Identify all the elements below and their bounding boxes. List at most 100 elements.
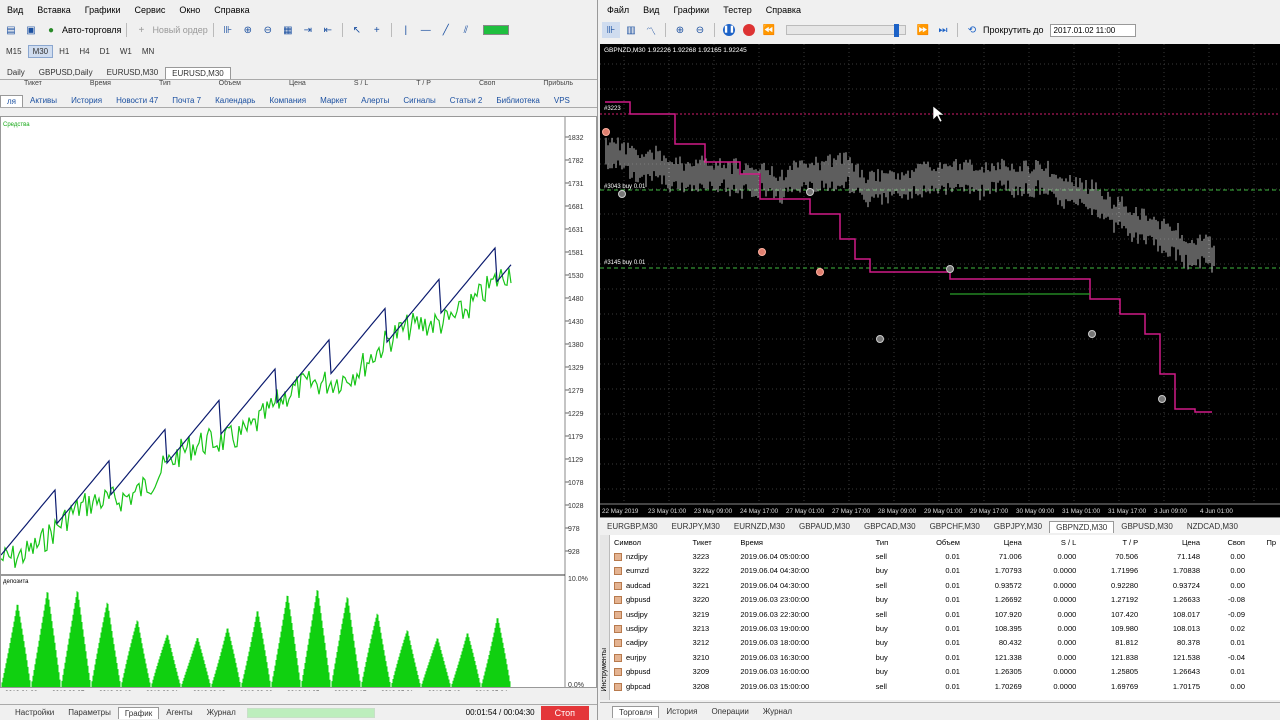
chart-tab-daily[interactable]: Daily — [0, 66, 32, 79]
terminal-tab[interactable]: Статьи 2 — [443, 94, 490, 107]
tester-tab-params[interactable]: Параметры — [61, 706, 118, 719]
column-header[interactable]: Тип — [872, 535, 908, 549]
pause-icon[interactable]: ❚❚ — [720, 22, 738, 38]
toolbox-tab-journal[interactable]: Журнал — [756, 705, 799, 718]
menu-charts[interactable]: Графики — [78, 5, 128, 15]
column-header[interactable]: Своп — [1204, 535, 1249, 549]
shift-icon[interactable]: ⇤ — [319, 22, 337, 38]
autotrade-icon[interactable]: ● — [42, 22, 60, 38]
table-row[interactable]: cadjpy 3212 2019.06.03 18:00:00 buy 0.01 80.4… — [610, 636, 1280, 650]
column-header[interactable]: Объем — [908, 535, 964, 549]
symbol-tab[interactable]: GBPNZD,M30 — [1049, 521, 1115, 533]
column-header[interactable]: Время — [736, 535, 871, 549]
autoscroll-icon[interactable]: ⇥ — [299, 22, 317, 38]
terminal-tab[interactable]: Календарь — [208, 94, 262, 107]
terminal-tab[interactable]: Алерты — [354, 94, 396, 107]
zoom-in-icon[interactable]: ⊕ — [239, 22, 257, 38]
timeframe-d1[interactable]: D1 — [96, 46, 114, 57]
menu-help[interactable]: Справка — [207, 5, 256, 15]
terminal-tab[interactable]: Маркет — [313, 94, 354, 107]
line-chart-icon[interactable]: 〽 — [642, 22, 660, 38]
symbol-tab[interactable]: EURGBP,M30 — [600, 520, 665, 533]
new-order-button[interactable]: Новый ордер — [152, 25, 207, 35]
rewind-icon[interactable]: ⏪ — [760, 22, 778, 38]
cursor-icon[interactable]: ↖ — [348, 22, 366, 38]
table-row[interactable]: usdjpy 3219 2019.06.03 22:30:00 sell 0.01 107… — [610, 607, 1280, 621]
terminal-tab[interactable]: Сигналы — [396, 94, 442, 107]
toolbox-tab-operations[interactable]: Операции — [704, 705, 755, 718]
timeframe-h1[interactable]: H1 — [55, 46, 73, 57]
scroll-to-date-input[interactable]: 2017.01.02 11:00 — [1049, 23, 1136, 37]
tester-tab-chart[interactable]: График — [117, 706, 160, 719]
terminal-tab[interactable]: История — [64, 94, 109, 107]
table-row[interactable]: gbpcad 3208 2019.06.03 15:00:00 sell 0.01 1.7… — [610, 679, 1280, 693]
chart-tab-eurusd-m30-active[interactable]: EURUSD,M30 — [165, 67, 231, 79]
tester-tab-settings[interactable]: Настройки — [8, 706, 61, 719]
crosshair-icon[interactable]: + — [368, 22, 386, 38]
new-chart-icon[interactable]: ▤ — [2, 22, 20, 38]
symbol-tab[interactable]: GBPUSD,M30 — [1114, 520, 1180, 533]
hline-icon[interactable]: — — [417, 22, 435, 38]
table-row[interactable]: eurjpy 3210 2019.06.03 16:30:00 buy 0.01 121.… — [610, 650, 1280, 664]
stop-icon[interactable] — [740, 22, 758, 38]
symbol-tab[interactable]: GBPCHF,M30 — [923, 520, 987, 533]
next-step-icon[interactable]: ⏭ — [934, 22, 952, 38]
tile-icon[interactable]: ▦ — [279, 22, 297, 38]
column-header[interactable]: Цена — [964, 535, 1026, 549]
symbol-tab[interactable]: GBPCAD,M30 — [857, 520, 923, 533]
autotrade-button[interactable]: Авто-торговля — [62, 25, 121, 35]
terminal-tab[interactable]: VPS — [547, 94, 577, 107]
vline-icon[interactable]: | — [397, 22, 415, 38]
menu-tester[interactable]: Тестер — [716, 5, 759, 15]
candles-icon[interactable]: ▥ — [622, 22, 640, 38]
profiles-icon[interactable]: ▣ — [22, 22, 40, 38]
terminal-tab[interactable]: Компания — [262, 94, 313, 107]
terminal-tab[interactable]: Почта 7 — [165, 94, 208, 107]
column-header[interactable]: T / P — [1080, 535, 1142, 549]
terminal-tab[interactable]: ля — [0, 95, 23, 107]
column-header[interactable]: Пр — [1249, 535, 1280, 549]
zoom-out-icon-r[interactable]: ⊖ — [691, 22, 709, 38]
equity-chart[interactable]: 1832 1782 1731 1681 1631 1581 1530 1480 1430 1380… — [0, 116, 597, 691]
timeframe-h4[interactable]: H4 — [75, 46, 93, 57]
menu-charts-r[interactable]: Графики — [666, 5, 716, 15]
channel-icon[interactable]: ⫽ — [457, 22, 475, 38]
speed-slider[interactable] — [786, 24, 906, 37]
bar-chart-icon[interactable]: ⊪ — [219, 22, 237, 38]
column-header[interactable]: Цена — [1142, 535, 1204, 549]
timeframe-mn[interactable]: MN — [138, 46, 158, 57]
toolbox-tab-trade[interactable]: Торговля — [612, 705, 660, 718]
symbol-tab[interactable]: EURNZD,M30 — [727, 520, 792, 533]
table-row[interactable]: audcad 3221 2019.06.04 04:30:00 sell 0.01 0.9… — [610, 578, 1280, 592]
timeframe-m30[interactable]: M30 — [27, 44, 54, 58]
table-row[interactable]: nzdjpy 3223 2019.06.04 05:00:00 sell 0.01 71.… — [610, 549, 1280, 563]
chart-type-icon[interactable]: ⊪ — [602, 22, 620, 38]
menu-view[interactable]: Вид — [0, 5, 30, 15]
symbol-tab[interactable]: GBPJPY,M30 — [987, 520, 1049, 533]
symbol-tab[interactable]: NZDCAD,M30 — [1180, 520, 1245, 533]
toolbox-tab-history[interactable]: История — [659, 705, 704, 718]
tester-tab-journal[interactable]: Журнал — [200, 706, 243, 719]
stop-button[interactable]: Стоп — [540, 705, 589, 720]
trendline-icon[interactable]: ╱ — [437, 22, 455, 38]
price-chart[interactable]: GBPNZD,M30 1.92226 1.92268 1.92165 1.922… — [600, 44, 1280, 517]
zoom-in-icon-r[interactable]: ⊕ — [671, 22, 689, 38]
menu-view-r[interactable]: Вид — [636, 5, 666, 15]
symbol-tab[interactable]: GBPAUD,M30 — [792, 520, 857, 533]
terminal-tab[interactable]: Новости 47 — [109, 94, 165, 107]
menu-service[interactable]: Сервис — [128, 5, 173, 15]
play-icon[interactable]: ⏩ — [914, 22, 932, 38]
menu-window[interactable]: Окно — [172, 5, 207, 15]
symbol-tab[interactable]: EURJPY,M30 — [665, 520, 727, 533]
menu-file[interactable]: Файл — [600, 5, 636, 15]
table-row[interactable]: usdjpy 3213 2019.06.03 19:00:00 buy 0.01 108.… — [610, 621, 1280, 635]
timeframe-w1[interactable]: W1 — [116, 46, 136, 57]
tester-tab-agents[interactable]: Агенты — [159, 706, 199, 719]
chart-tab-eurusd-m30[interactable]: EURUSD,M30 — [100, 66, 166, 79]
menu-help-r[interactable]: Справка — [759, 5, 808, 15]
column-header[interactable]: Тикет — [689, 535, 737, 549]
menu-insert[interactable]: Вставка — [30, 5, 77, 15]
table-row[interactable]: eurnzd 3222 2019.06.04 04:30:00 buy 0.01 1.70… — [610, 564, 1280, 578]
chart-tab-gbpusd-daily[interactable]: GBPUSD,Daily — [32, 66, 100, 79]
column-header[interactable]: Символ — [610, 535, 689, 549]
